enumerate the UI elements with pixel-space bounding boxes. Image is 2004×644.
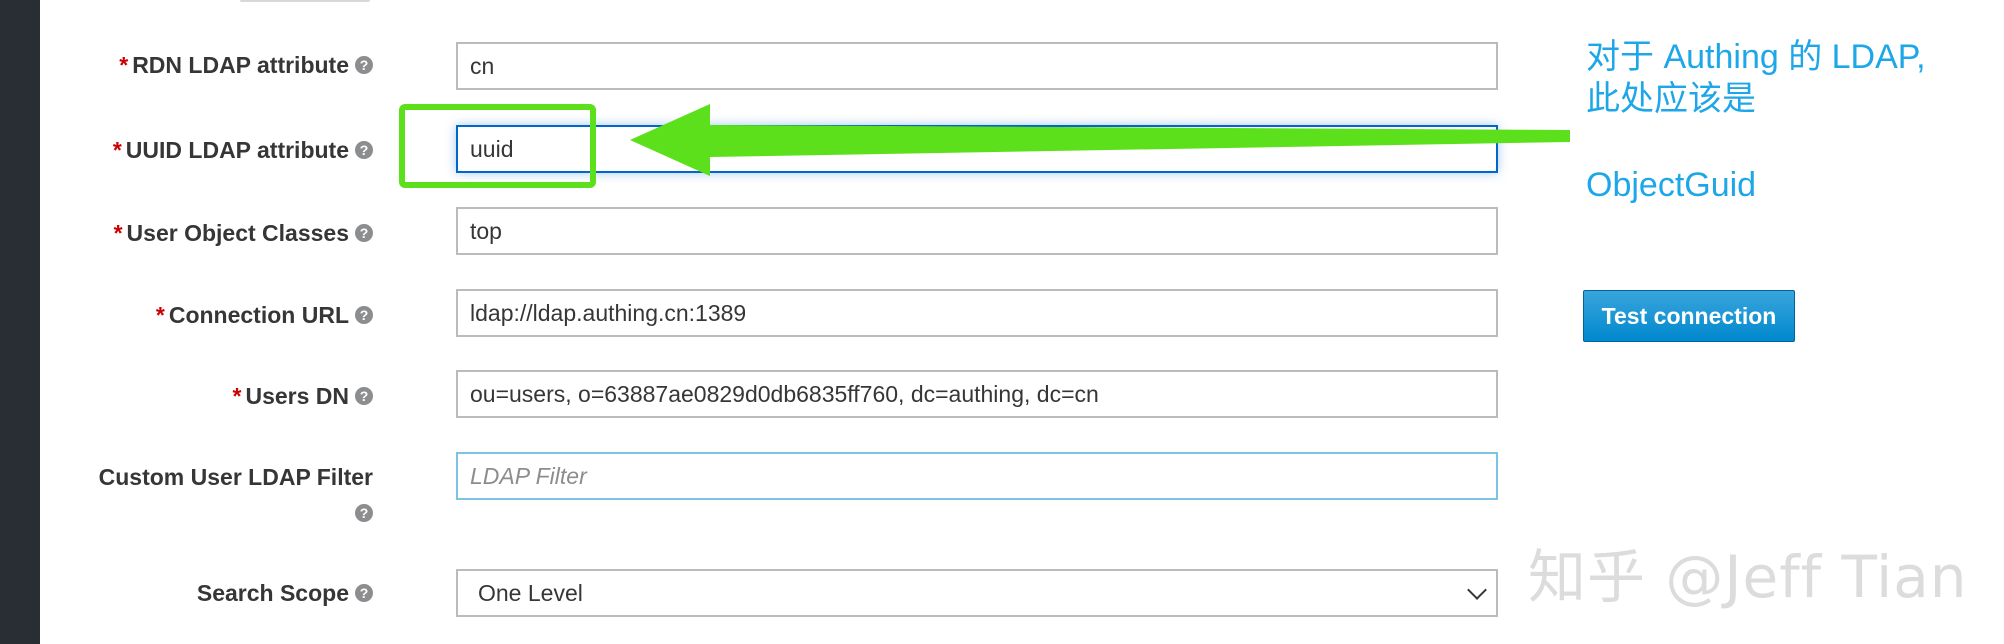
watermark: 知乎 @Jeff Tian <box>1528 543 1968 611</box>
